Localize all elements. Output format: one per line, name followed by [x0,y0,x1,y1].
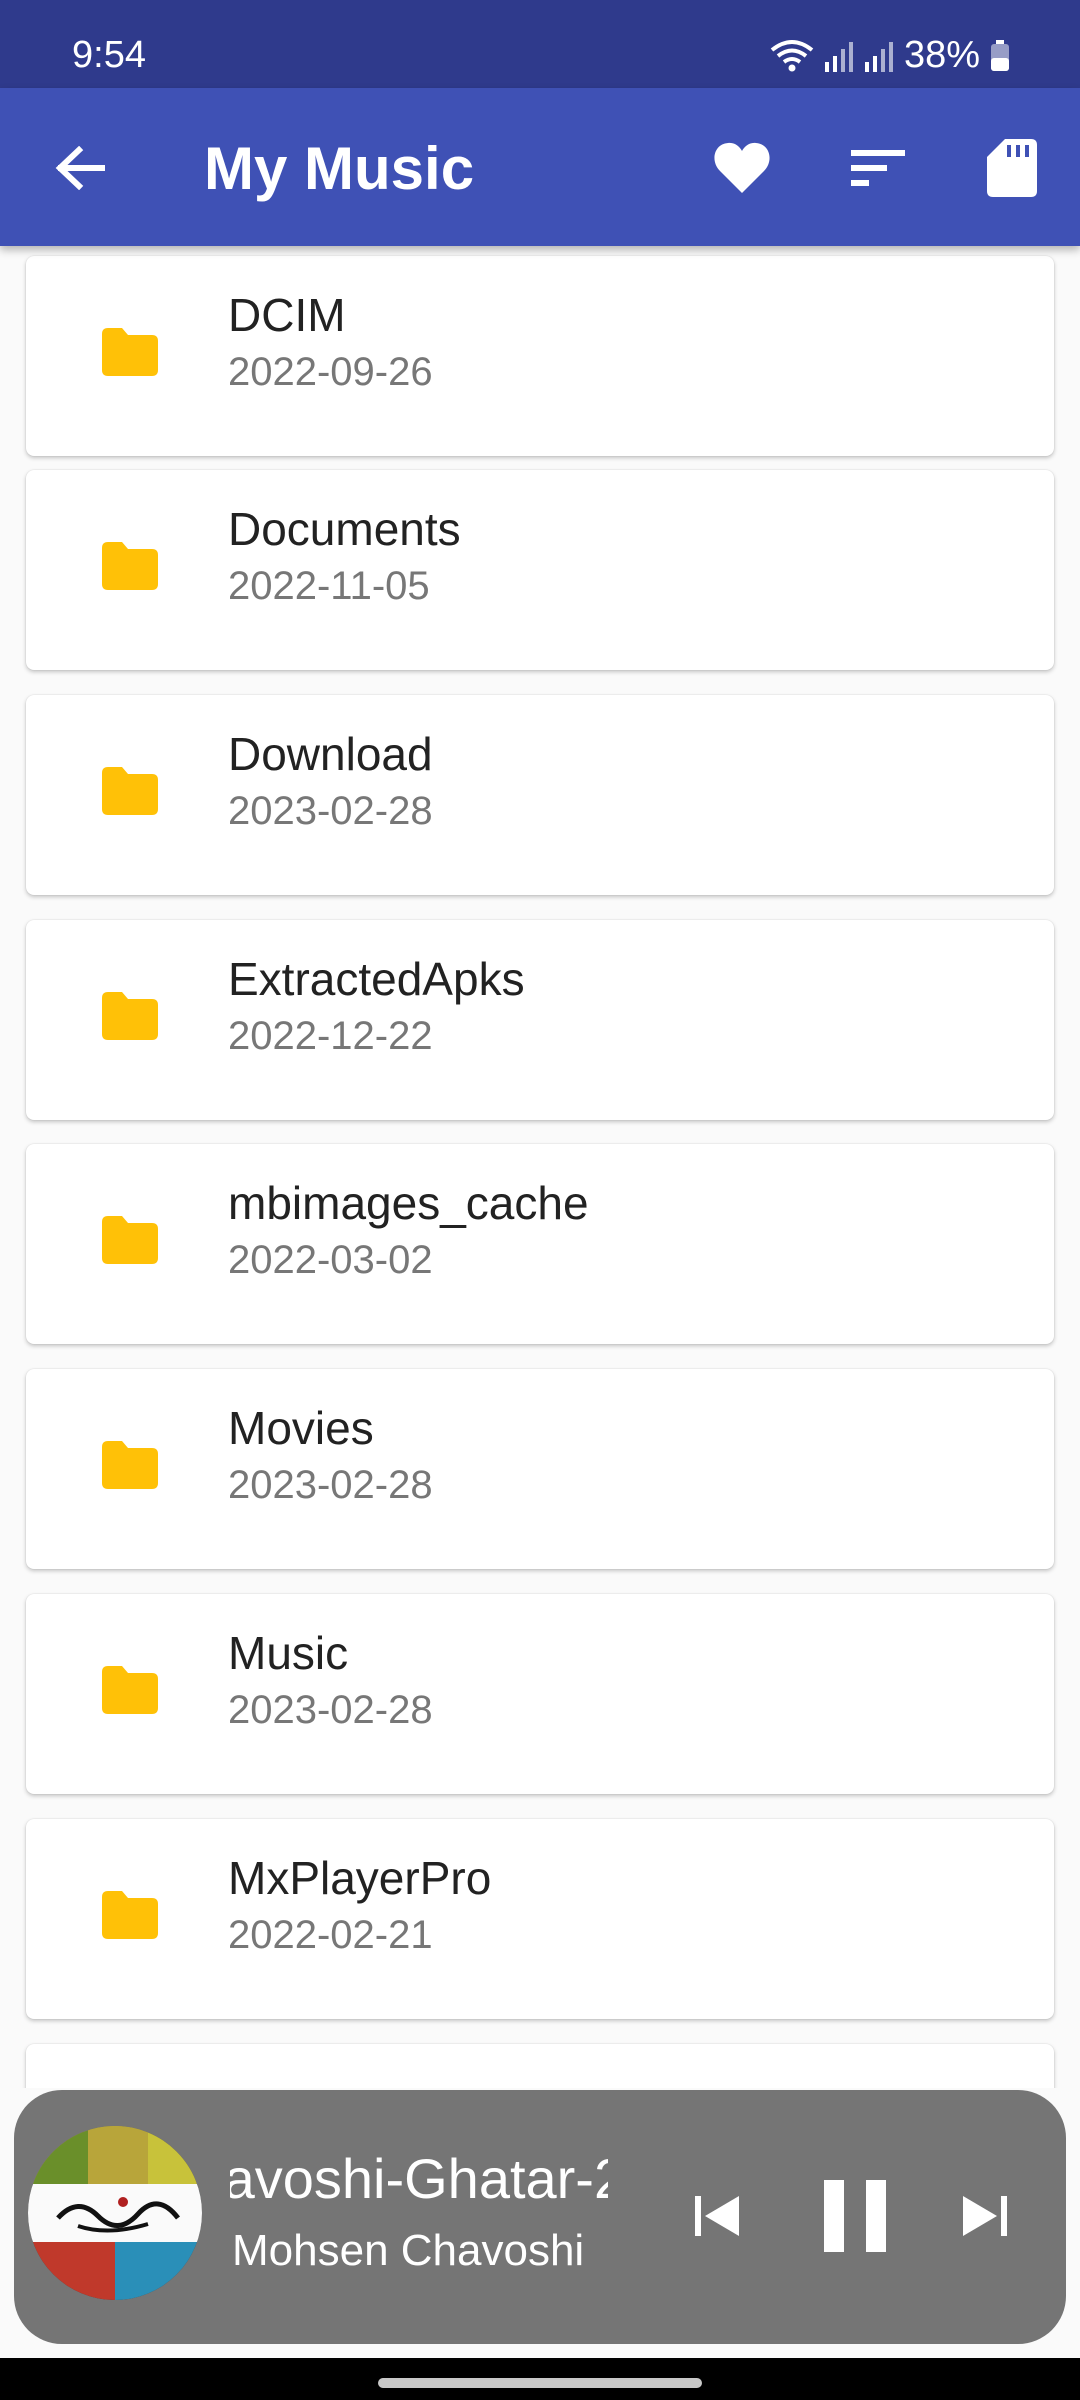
storage-button[interactable] [976,132,1048,204]
home-handle[interactable] [378,2378,702,2388]
folder-item[interactable]: mbimages_cache 2022-03-02 [26,1144,1054,1344]
folder-icon [102,1441,158,1489]
sort-button[interactable] [842,132,914,204]
folder-item[interactable]: Documents 2022-11-05 [26,470,1054,670]
folder-item-partial[interactable] [26,2044,1054,2088]
folder-date: 2022-03-02 [228,1238,433,1282]
app-bar: My Music [0,88,1080,246]
folder-item[interactable]: ExtractedApks 2022-12-22 [26,920,1054,1120]
folder-name: Documents [228,503,461,555]
folder-date: 2022-02-21 [228,1913,433,1957]
track-artist: Mohsen Chavoshi [232,2226,585,2275]
folder-name: MxPlayerPro [228,1852,492,1904]
track-title: Chavoshi-Ghatar-2 [230,2147,608,2210]
folder-date: 2022-12-22 [228,1014,433,1058]
folder-icon [102,767,158,815]
skip-previous-icon [695,2196,739,2236]
status-bar: 9:54 38% [0,0,1080,88]
heart-icon [714,142,770,193]
folder-item[interactable]: DCIM 2022-09-26 [26,256,1054,456]
signal-icon [824,41,853,72]
folder-date: 2022-09-26 [228,350,433,394]
folder-list[interactable]: DCIM 2022-09-26 Documents 2022-11-05 Dow… [0,246,1080,2088]
back-button[interactable] [48,132,112,204]
folder-date: 2022-11-05 [228,564,430,608]
next-button[interactable] [950,2178,1020,2254]
status-icons: 38% [770,34,1010,77]
album-art [28,2126,202,2300]
folder-name: Movies [228,1402,374,1454]
folder-icon [102,328,158,376]
wifi-icon [770,39,814,71]
folder-name: DCIM [228,289,346,341]
folder-name: Music [228,1627,349,1679]
folder-icon [102,1216,158,1264]
folder-icon [102,542,158,590]
skip-next-icon [963,2196,1007,2236]
folder-date: 2023-02-28 [228,789,433,833]
mini-player[interactable]: Chavoshi-Ghatar-2 Mohsen Chavoshi [14,2090,1066,2344]
folder-icon [102,1891,158,1939]
battery-icon [991,39,1009,71]
folder-item[interactable]: Music 2023-02-28 [26,1594,1054,1794]
folder-item[interactable]: Download 2023-02-28 [26,695,1054,895]
system-nav-bar [0,2358,1080,2400]
folder-date: 2023-02-28 [228,1688,433,1732]
folder-icon [102,1666,158,1714]
status-time: 9:54 [72,34,146,76]
sort-icon [851,150,905,186]
folder-date: 2023-02-28 [228,1463,433,1507]
folder-name: Download [228,728,433,780]
page-title: My Music [204,135,475,202]
battery-percent: 38% [903,34,980,76]
previous-button[interactable] [682,2178,752,2254]
favorites-button[interactable] [706,132,778,204]
signal-icon-2 [864,41,893,72]
folder-icon [102,992,158,1040]
pause-button[interactable] [810,2170,900,2262]
sd-card-icon [987,139,1037,197]
folder-name: ExtractedApks [228,953,525,1005]
folder-name: mbimages_cache [228,1177,589,1229]
pause-icon [824,2180,886,2252]
folder-item[interactable]: Movies 2023-02-28 [26,1369,1054,1569]
folder-item[interactable]: MxPlayerPro 2022-02-21 [26,1819,1054,2019]
arrow-left-icon [55,146,105,190]
